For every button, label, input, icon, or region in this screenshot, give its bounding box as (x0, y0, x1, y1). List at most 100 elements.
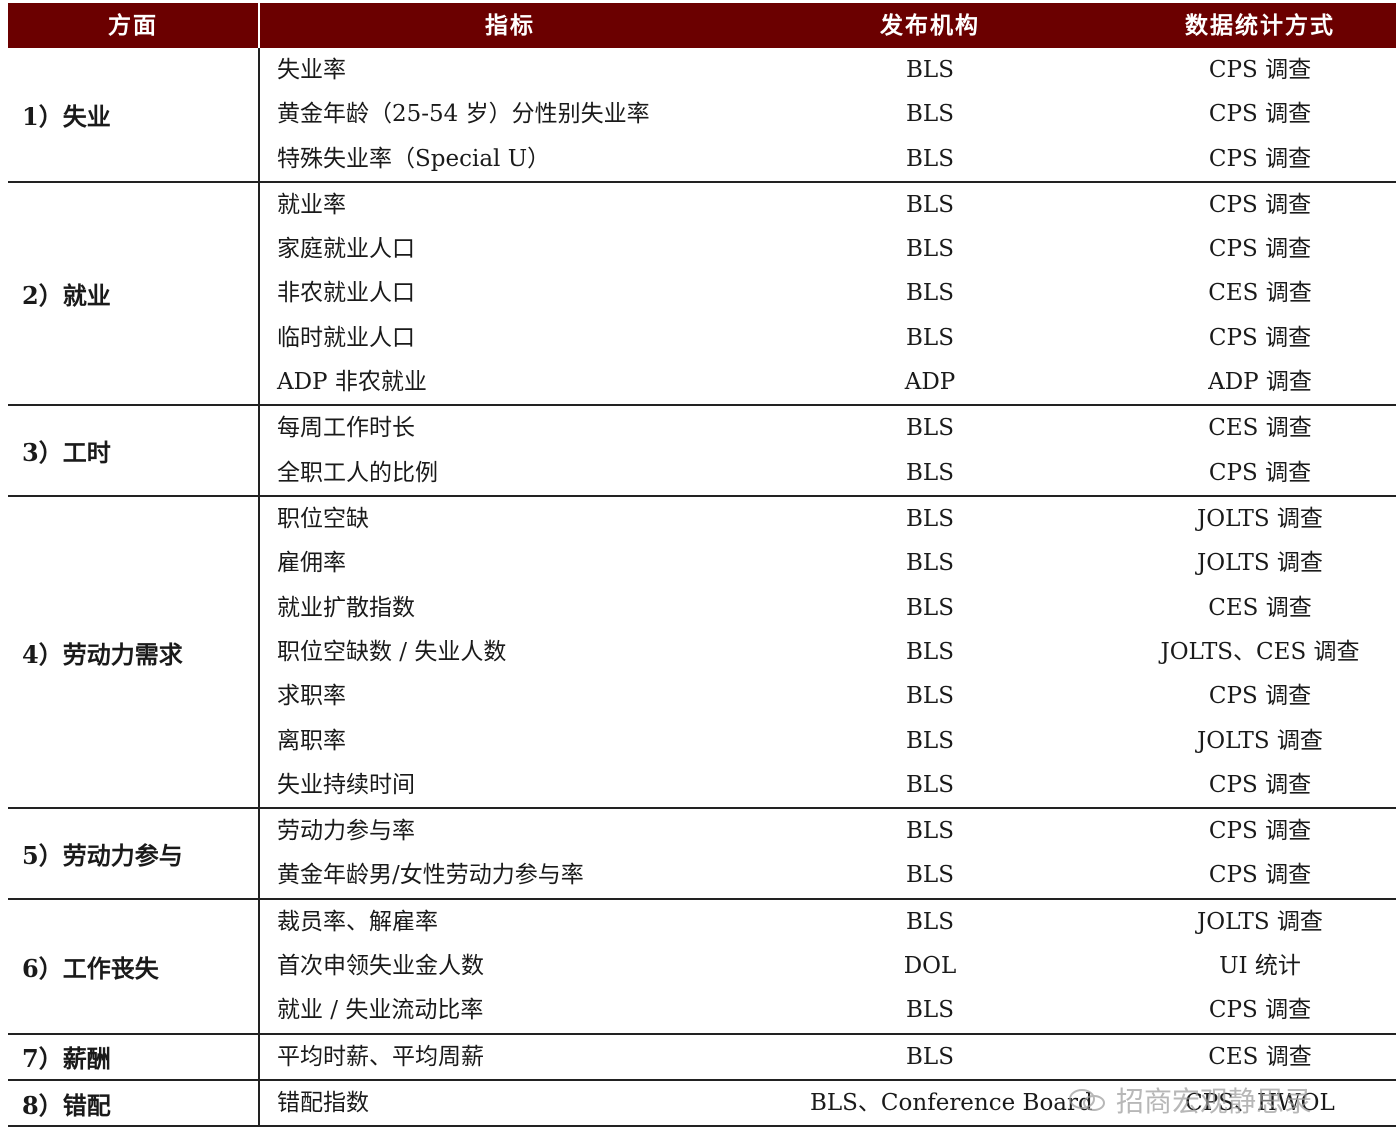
aspect-cell: 8）错配 (22, 1090, 111, 1120)
publisher-cell: ADP (904, 369, 956, 396)
method-cell: CPS 调查 (1208, 818, 1312, 845)
publisher-cell: BLS (906, 818, 954, 845)
indicator-cell: 职位空缺数 / 失业人数 (277, 638, 507, 665)
publisher-cell: BLS (906, 594, 954, 621)
method-cell: JOLTS、CES 调查 (1160, 638, 1360, 665)
indicator-cell: 临时就业人口 (277, 324, 415, 351)
header-aspect: 方面 (108, 12, 158, 39)
table-row: 雇佣率 BLS JOLTS 调查 (260, 541, 1396, 585)
table-row: 劳动力参与率 BLS CPS 调查 (260, 809, 1396, 853)
table-row: 裁员率、解雇率 BLS JOLTS 调查 (260, 900, 1396, 944)
table-row: ADP 非农就业 ADP ADP 调查 (260, 360, 1396, 404)
header-indicator: 指标 (485, 12, 535, 39)
table-row: 失业率 BLS CPS 调查 (260, 48, 1396, 92)
indicator-cell: 就业扩散指数 (277, 594, 415, 621)
table-row: 特殊失业率（Special U） BLS CPS 调查 (260, 137, 1396, 181)
table-row: 非农就业人口 BLS CES 调查 (260, 271, 1396, 315)
header-publisher: 发布机构 (880, 12, 980, 39)
publisher-cell: DOL (903, 952, 957, 979)
indicator-cell: 全职工人的比例 (277, 459, 438, 486)
method-cell: CPS 调查 (1208, 324, 1312, 351)
table-row: 每周工作时长 BLS CES 调查 (260, 406, 1396, 450)
method-cell: JOLTS 调查 (1197, 506, 1323, 532)
group-block: 1）失业 失业率 BLS CPS 调查 黄金年龄（25-54 岁）分性别失业率 BLS CP… (8, 48, 1396, 183)
publisher-cell: BLS (906, 771, 954, 798)
publisher-cell: BLS (906, 862, 954, 889)
publisher-cell: BLS (906, 57, 954, 83)
publisher-cell: BLS (906, 1043, 954, 1070)
aspect-cell: 4）劳动力需求 (22, 639, 183, 669)
method-cell: CPS 调查 (1208, 771, 1312, 798)
table-row: 就业率 BLS CPS 调查 (260, 183, 1396, 227)
method-cell: CES 调查 (1208, 415, 1312, 442)
indicator-cell: 雇佣率 (277, 550, 346, 577)
method-cell: CES 调查 (1208, 594, 1312, 621)
method-cell: CPS 调查 (1208, 236, 1312, 263)
watermark: 招商宏观静思录 (1068, 1080, 1396, 1120)
publisher-cell: BLS (906, 506, 954, 532)
method-cell: CPS 调查 (1208, 101, 1312, 128)
group-block: 7）薪酬 平均时薪、平均周薪 BLS CES 调查 (8, 1034, 1396, 1081)
method-cell: CPS 调查 (1208, 145, 1312, 172)
table-row: 就业 / 失业流动比率 BLS CPS 调查 (260, 988, 1396, 1032)
indicator-cell: 失业率 (277, 57, 346, 83)
aspect-cell: 5）劳动力参与 (22, 840, 183, 870)
table-row: 黄金年龄（25-54 岁）分性别失业率 BLS CPS 调查 (260, 92, 1396, 136)
publisher-cell: BLS、Conference Board (810, 1089, 1093, 1116)
table-row: 离职率 BLS JOLTS 调查 (260, 719, 1396, 763)
indicator-cell: 失业持续时间 (277, 771, 415, 798)
indicator-cell: 求职率 (277, 683, 346, 710)
aspect-cell: 7）薪酬 (22, 1044, 111, 1074)
indicator-cell: 就业 / 失业流动比率 (277, 997, 484, 1024)
table-row: 职位空缺 BLS JOLTS 调查 (260, 497, 1396, 541)
indicator-cell: 错配指数 (277, 1089, 369, 1116)
publisher-cell: BLS (906, 415, 954, 442)
aspect-cell: 6）工作丧失 (22, 953, 159, 983)
table-row: 家庭就业人口 BLS CPS 调查 (260, 227, 1396, 271)
publisher-cell: BLS (906, 908, 954, 935)
indicator-cell: ADP 非农就业 (277, 369, 427, 396)
table-row: 失业持续时间 BLS CPS 调查 (260, 763, 1396, 807)
header-method: 数据统计方式 (1185, 12, 1335, 39)
wechat-icon (1069, 1089, 1105, 1111)
method-cell: JOLTS 调查 (1197, 908, 1323, 935)
indicator-cell: 非农就业人口 (277, 280, 415, 307)
method-cell: CES 调查 (1208, 1043, 1312, 1070)
publisher-cell: BLS (906, 324, 954, 351)
group-block: 4）劳动力需求 职位空缺 BLS JOLTS 调查 雇佣率 BLS JOLTS 调查 就业扩散… (8, 497, 1396, 810)
method-cell: JOLTS 调查 (1197, 550, 1323, 577)
group-block: 3）工时 每周工作时长 BLS CES 调查 全职工人的比例 BLS CPS 调查 (8, 406, 1396, 497)
indicator-cell: 离职率 (277, 727, 346, 754)
indicator-cell: 裁员率、解雇率 (277, 908, 438, 935)
table-header: 方面 指标 发布机构 数据统计方式 (8, 3, 1396, 48)
publisher-cell: BLS (906, 191, 954, 218)
table-row: 就业扩散指数 BLS CES 调查 (260, 586, 1396, 630)
indicator-cell: 劳动力参与率 (277, 818, 415, 845)
publisher-cell: BLS (906, 997, 954, 1024)
method-cell: JOLTS 调查 (1197, 727, 1323, 754)
publisher-cell: BLS (906, 280, 954, 307)
indicator-cell: 就业率 (277, 191, 346, 218)
indicator-cell: 特殊失业率（Special U） (277, 145, 551, 172)
publisher-cell: BLS (906, 145, 954, 172)
method-cell: CPS 调查 (1208, 683, 1312, 710)
publisher-cell: BLS (906, 683, 954, 710)
group-block: 2）就业 就业率 BLS CPS 调查 家庭就业人口 BLS CPS 调查 非农就业人口 BLS… (8, 182, 1396, 407)
publisher-cell: BLS (906, 638, 954, 665)
indicator-cell: 黄金年龄男/女性劳动力参与率 (277, 862, 584, 889)
aspect-cell: 1）失业 (22, 101, 111, 131)
publisher-cell: BLS (906, 459, 954, 486)
table-row: 临时就业人口 BLS CPS 调查 (260, 316, 1396, 360)
indicator-cell: 家庭就业人口 (277, 236, 415, 263)
indicator-cell: 首次申领失业金人数 (277, 952, 484, 979)
method-cell: CPS 调查 (1208, 57, 1312, 83)
watermark-text: 招商宏观静思录 (1116, 1085, 1313, 1118)
table-row: 求职率 BLS CPS 调查 (260, 674, 1396, 718)
method-cell: CPS 调查 (1208, 459, 1312, 486)
publisher-cell: BLS (906, 727, 954, 754)
method-cell: CPS 调查 (1208, 191, 1312, 218)
indicator-cell: 每周工作时长 (277, 415, 415, 442)
table-row: 平均时薪、平均周薪 BLS CES 调查 (260, 1035, 1396, 1079)
aspect-cell: 2）就业 (22, 281, 111, 311)
table-row: 全职工人的比例 BLS CPS 调查 (260, 451, 1396, 495)
